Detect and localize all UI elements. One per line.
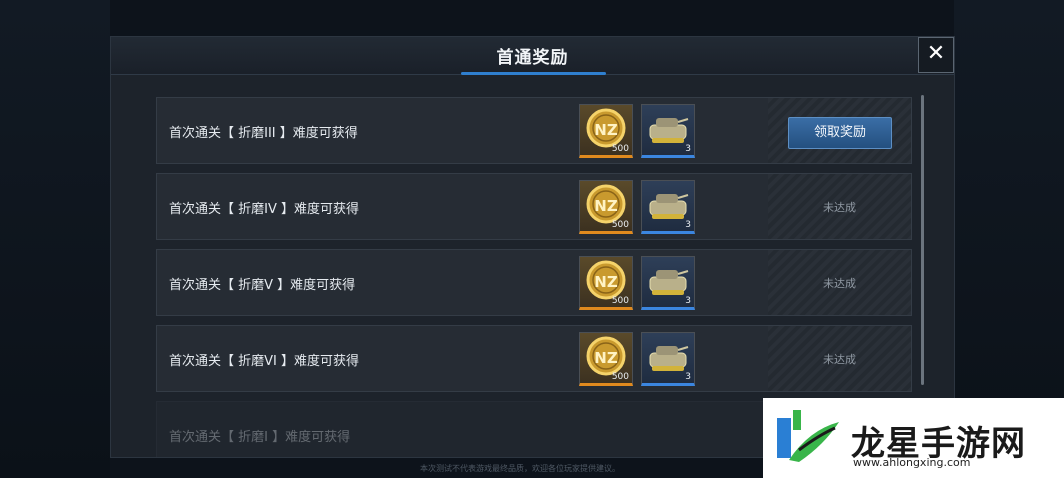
reward-row: 首次通关【 折磨V 】难度可获得 NZ 500 3 未达成	[156, 249, 912, 316]
tank-item-slot[interactable]: 3	[641, 332, 695, 386]
dialog-title: 首通奖励	[496, 48, 569, 68]
reward-condition-label: 首次通关【 折磨III 】难度可获得	[169, 126, 358, 141]
svg-text:NZ: NZ	[594, 349, 618, 367]
coin-item-slot[interactable]: NZ 500	[579, 256, 633, 310]
reward-row: 首次通关【 折磨VI 】难度可获得 NZ 500 3 未达成	[156, 325, 912, 392]
not-achieved-status: 未达成	[823, 353, 856, 366]
coin-quantity: 500	[611, 220, 629, 230]
tank-item-slot[interactable]: 3	[641, 104, 695, 158]
not-achieved-status: 未达成	[823, 201, 856, 214]
coin-item-slot[interactable]: NZ 500	[579, 180, 633, 234]
reward-condition-label: 首次通关【 折磨V 】难度可获得	[169, 278, 356, 293]
reward-condition-label: 首次通关【 折磨I 】难度可获得	[169, 430, 351, 445]
svg-text:NZ: NZ	[594, 121, 618, 139]
footer-note: 本次测试不代表游戏最终品质，欢迎各位玩家提供建议。	[420, 464, 620, 473]
reward-row: 首次通关【 折磨IV 】难度可获得 NZ 500 3 未达成	[156, 173, 912, 240]
watermark-url: www.ahlongxing.com	[853, 456, 971, 469]
coin-quantity: 500	[611, 296, 629, 306]
coin-item-slot[interactable]: NZ 500	[579, 104, 633, 158]
svg-text:NZ: NZ	[594, 273, 618, 291]
reward-condition-label: 首次通关【 折磨IV 】难度可获得	[169, 202, 359, 217]
background-left	[0, 0, 110, 478]
site-watermark: 龙星手游网 www.ahlongxing.com	[763, 398, 1064, 478]
title-underline	[461, 72, 606, 75]
tank-quantity: 3	[685, 372, 691, 382]
close-button[interactable]: ✕	[918, 37, 954, 73]
dialog-header: 首通奖励 ✕	[111, 37, 954, 75]
reward-condition-label: 首次通关【 折磨VI 】难度可获得	[169, 354, 359, 369]
reward-action-area: 未达成	[768, 250, 911, 315]
tank-quantity: 3	[685, 220, 691, 230]
tank-quantity: 3	[685, 144, 691, 154]
coin-item-slot[interactable]: NZ 500	[579, 332, 633, 386]
svg-text:NZ: NZ	[594, 197, 618, 215]
tank-quantity: 3	[685, 296, 691, 306]
coin-quantity: 500	[611, 144, 629, 154]
claim-reward-button[interactable]: 领取奖励	[788, 117, 892, 149]
watermark-logo	[777, 410, 839, 462]
reward-action-area: 未达成	[768, 174, 911, 239]
coin-quantity: 500	[611, 372, 629, 382]
not-achieved-status: 未达成	[823, 277, 856, 290]
reward-action-area: 未达成	[768, 326, 911, 391]
tank-item-slot[interactable]: 3	[641, 180, 695, 234]
reward-action-area: 领取奖励	[768, 98, 911, 163]
tank-item-slot[interactable]: 3	[641, 256, 695, 310]
first-clear-reward-dialog: 首通奖励 ✕ 首次通关【 折磨III 】难度可获得 NZ 500 3 领取奖励 …	[110, 36, 955, 458]
list-scrollbar[interactable]	[921, 95, 924, 385]
reward-row: 首次通关【 折磨III 】难度可获得 NZ 500 3 领取奖励	[156, 97, 912, 164]
